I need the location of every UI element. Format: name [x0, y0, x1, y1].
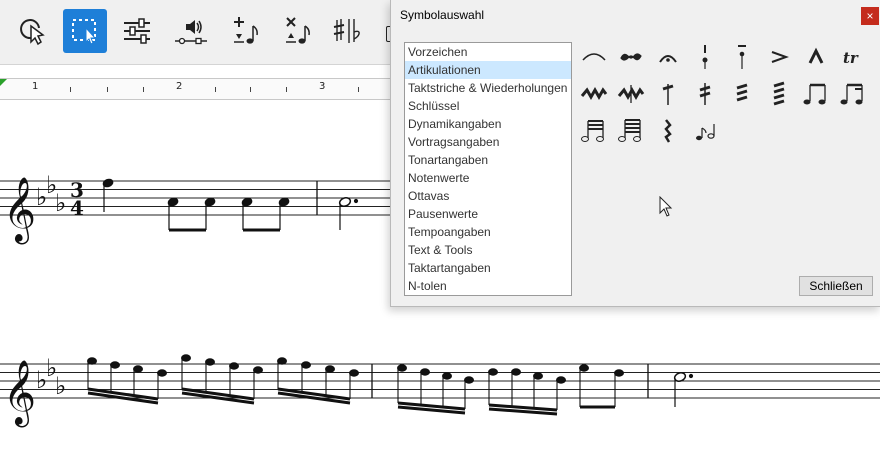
- delete-note-tool-button[interactable]: [274, 9, 318, 53]
- sliders-icon: [124, 18, 150, 44]
- delete-note-icon: [286, 17, 310, 44]
- category-item-text-tools[interactable]: Text & Tools: [405, 241, 571, 259]
- close-icon[interactable]: ×: [861, 7, 879, 25]
- tremolo-triple-icon[interactable]: [727, 79, 757, 109]
- tremolo-quad-icon[interactable]: [764, 79, 794, 109]
- accidental-icon: [333, 19, 360, 43]
- pointer-tool-button[interactable]: [12, 9, 56, 53]
- ruler-tick: [250, 87, 251, 92]
- slur-icon[interactable]: [579, 42, 609, 72]
- category-list[interactable]: Vorzeichen Artikulationen Taktstriche & …: [404, 42, 572, 296]
- symbol-selection-dialog: Symbolauswahl × Vorzeichen Artikulatione…: [390, 0, 880, 307]
- grace-note-icon[interactable]: [690, 116, 720, 146]
- category-item-notenwerte[interactable]: Notenwerte: [405, 169, 571, 187]
- ruler-tick: [286, 87, 287, 92]
- accent-icon[interactable]: [764, 42, 794, 72]
- measure-2-sixteenths: [87, 354, 373, 405]
- add-note-tool-button[interactable]: [222, 9, 266, 53]
- select-rectangle-icon: [72, 19, 97, 45]
- tremolo-double-icon[interactable]: [690, 79, 720, 109]
- ruler-mark-1: 1: [32, 81, 39, 92]
- category-item-pausenwerte[interactable]: Pausenwerte: [405, 205, 571, 223]
- trill-icon[interactable]: tr: [838, 42, 868, 72]
- staccato-tenuto-icon[interactable]: [690, 42, 720, 72]
- timeline-ruler[interactable]: 1 2 3: [0, 78, 400, 100]
- beamed-tremolo-icon[interactable]: [579, 116, 609, 146]
- play-marker-icon: [0, 79, 7, 86]
- ruler-tick: [358, 87, 359, 92]
- pointer-arrow-icon: [20, 19, 45, 46]
- sound-icon: [175, 20, 207, 45]
- schliessen-button[interactable]: Schließen: [799, 276, 873, 296]
- svg-text:♭: ♭: [55, 189, 66, 217]
- add-note-icon: [234, 17, 258, 44]
- mixer-tool-button[interactable]: [115, 9, 159, 53]
- accidental-tool-button[interactable]: [326, 9, 370, 53]
- category-item-tonartangaben[interactable]: Tonartangaben: [405, 151, 571, 169]
- ruler-tick: [107, 87, 108, 92]
- ruler-mark-2: 2: [176, 81, 183, 92]
- key-signature-flats: ♭ ♭ ♭: [36, 354, 66, 400]
- svg-text:♭: ♭: [55, 372, 66, 400]
- staff-2: [0, 363, 880, 399]
- mordent-icon[interactable]: [579, 79, 609, 109]
- category-item-artikulationen[interactable]: Artikulationen: [405, 61, 571, 79]
- category-item-taktstriche[interactable]: Taktstriche & Wiederholungen: [405, 79, 571, 97]
- beamed-eighths-icon[interactable]: [801, 79, 831, 109]
- tenuto-staccato-icon[interactable]: [727, 42, 757, 72]
- playback-tool-button[interactable]: [169, 9, 213, 53]
- ruler-tick: [215, 87, 216, 92]
- ruler-tick: [70, 87, 71, 92]
- beamed-tremolo-double-icon[interactable]: [616, 116, 646, 146]
- treble-clef-icon: 𝄞: [3, 360, 36, 427]
- category-item-vorzeichen[interactable]: Vorzeichen: [405, 43, 571, 61]
- category-item-dynamikangaben[interactable]: Dynamikangaben: [405, 115, 571, 133]
- ruler-tick: [143, 87, 144, 92]
- trill-text: tr: [843, 49, 859, 67]
- category-item-n-tolen[interactable]: N-tolen: [405, 277, 571, 295]
- category-item-tempoangaben[interactable]: Tempoangaben: [405, 223, 571, 241]
- time-signature-bottom: 4: [70, 196, 84, 220]
- rest-squiggle-icon[interactable]: [653, 116, 683, 146]
- measure-1: [102, 178, 359, 232]
- symbol-grid: tr: [579, 42, 875, 152]
- beamed-sixteenth-icon[interactable]: [838, 79, 868, 109]
- category-item-vortragsangaben[interactable]: Vortragsangaben: [405, 133, 571, 151]
- category-item-schluessel[interactable]: Schlüssel: [405, 97, 571, 115]
- fermata-icon[interactable]: [653, 42, 683, 72]
- category-item-ottavas[interactable]: Ottavas: [405, 187, 571, 205]
- turn-icon[interactable]: [616, 42, 646, 72]
- ruler-mark-3: 3: [319, 81, 326, 92]
- dialog-title: Symbolauswahl: [400, 8, 485, 22]
- tremolo-single-icon[interactable]: [653, 79, 683, 109]
- key-signature-flats: ♭ ♭ ♭: [36, 171, 66, 217]
- marcato-icon[interactable]: [801, 42, 831, 72]
- category-item-taktartangaben[interactable]: Taktartangaben: [405, 259, 571, 277]
- select-tool-button[interactable]: [63, 9, 107, 53]
- treble-clef-icon: 𝄞: [3, 177, 36, 244]
- double-mordent-icon[interactable]: [616, 79, 646, 109]
- mouse-cursor-icon: [659, 196, 673, 217]
